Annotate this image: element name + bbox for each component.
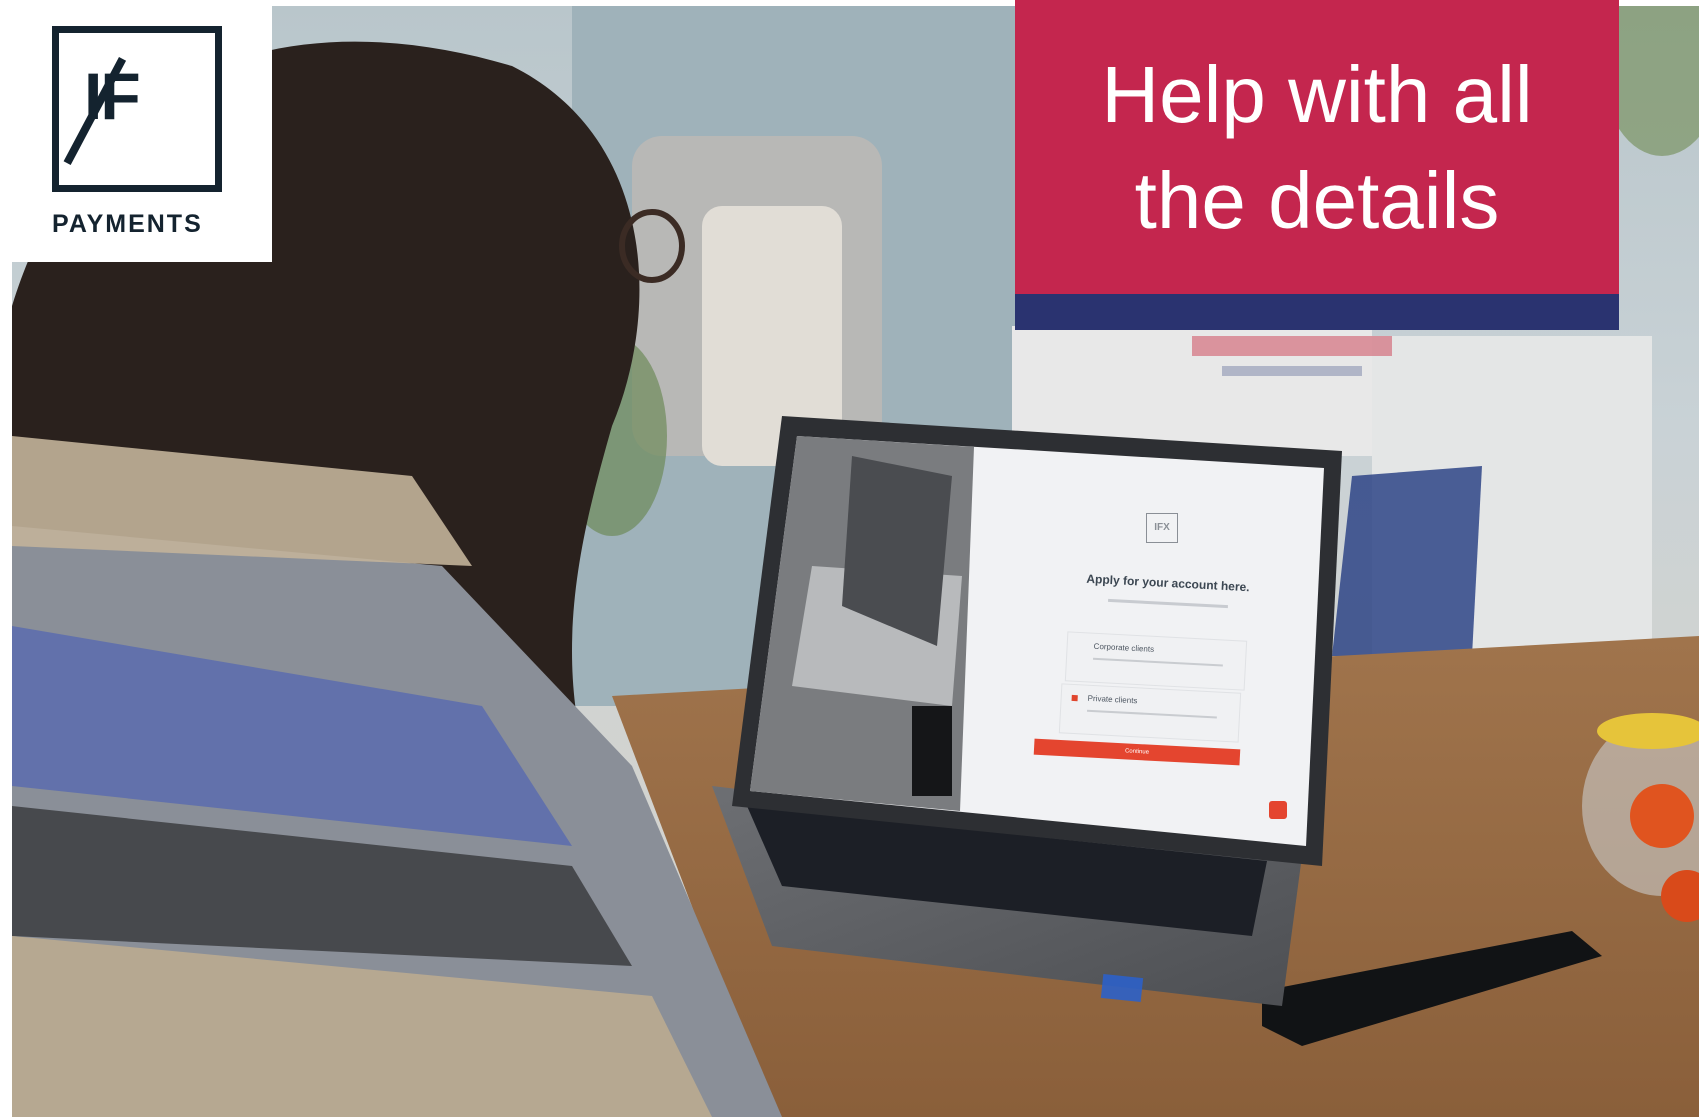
headline-line-2: the details	[1134, 156, 1500, 245]
screen-option-label: Corporate clients	[1093, 641, 1155, 654]
screen-logo: IFX	[1146, 513, 1178, 543]
screen-option-private: Private clients	[1058, 683, 1242, 743]
screen-continue-button: Continue	[1033, 738, 1241, 766]
screen-option-corporate: Corporate clients	[1064, 631, 1248, 691]
headline-banner-stripe	[1015, 294, 1619, 330]
chat-icon	[1269, 801, 1287, 819]
radio-selected-icon	[1071, 694, 1078, 702]
ifx-logo: IF PAYMENTS	[0, 0, 272, 262]
screen-title: Apply for your account here.	[1086, 571, 1250, 595]
laptop-screen-ui: IFX Apply for your account here. Corpora…	[1032, 476, 1332, 819]
screen-option-desc-line	[1092, 657, 1223, 667]
headline-line-1: Help with all	[1101, 50, 1533, 139]
logo-mark: IF	[59, 33, 215, 185]
screen-option-desc-line	[1086, 709, 1217, 719]
screen-subtitle-line	[1108, 598, 1228, 609]
screen-option-label: Private clients	[1087, 693, 1138, 706]
logo-frame: IF	[52, 26, 222, 192]
logo-wordmark: PAYMENTS	[52, 210, 203, 238]
headline-text: Help with all the details	[1015, 42, 1619, 254]
